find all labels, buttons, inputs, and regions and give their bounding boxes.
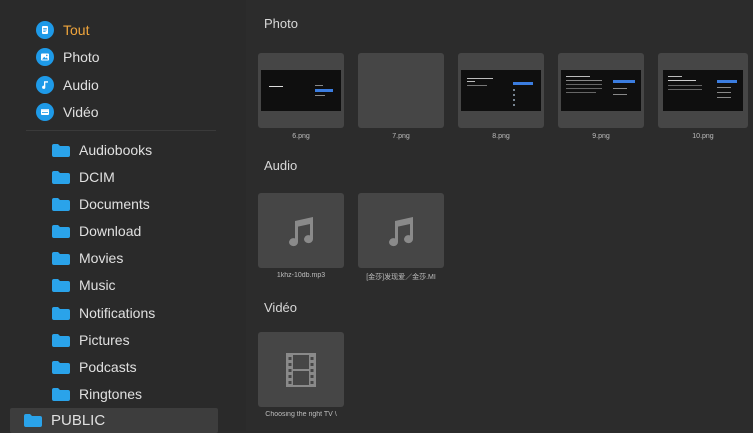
- category-label: Photo: [63, 49, 100, 65]
- music-note-icon: [284, 214, 318, 248]
- folder-icon: [52, 251, 70, 265]
- folder-icon: [52, 170, 70, 184]
- folder-icon: [24, 414, 42, 427]
- screenshot-thumbnail: [261, 70, 341, 111]
- folder-item-public[interactable]: PUBLIC: [10, 408, 218, 433]
- folder-item-movies[interactable]: Movies: [52, 247, 123, 269]
- folder-icon: [52, 333, 70, 347]
- screenshot-thumbnail: [561, 70, 641, 111]
- folder-item-music[interactable]: Music: [52, 274, 116, 296]
- folder-item-dcim[interactable]: DCIM: [52, 166, 115, 188]
- photo-caption: 9.png: [592, 133, 610, 140]
- folder-label: Notifications: [79, 305, 156, 321]
- screenshot-thumbnail: [663, 70, 743, 111]
- folder-label: Documents: [79, 196, 150, 212]
- folder-item-audiobooks[interactable]: Audiobooks: [52, 139, 152, 161]
- folder-item-pictures[interactable]: Pictures: [52, 329, 130, 351]
- folder-label: Download: [79, 223, 142, 239]
- audio-thumb-1khz[interactable]: [258, 193, 344, 268]
- film-strip-icon: [286, 352, 316, 387]
- photo-caption: 10.png: [692, 133, 714, 140]
- folder-icon: [52, 224, 70, 238]
- section-title-video: Vidéo: [264, 300, 298, 315]
- music-note-icon: [36, 76, 54, 94]
- photo-thumb-9[interactable]: [558, 53, 644, 128]
- audio-caption: [金莎]发现爱／金莎.MI: [366, 274, 436, 281]
- folder-item-notifications[interactable]: Notifications: [52, 302, 155, 324]
- category-audio[interactable]: Audio: [36, 73, 99, 97]
- category-label: Tout: [63, 22, 90, 38]
- folder-label: Audiobooks: [79, 142, 153, 158]
- sidebar-divider: [26, 130, 216, 131]
- category-label: Audio: [63, 77, 99, 93]
- folder-label: Pictures: [79, 332, 130, 348]
- audio-caption: 1khz-10db.mp3: [276, 272, 326, 279]
- folder-item-podcasts[interactable]: Podcasts: [52, 356, 137, 378]
- video-caption: Choosing the right TV \: [265, 411, 337, 418]
- folder-item-download[interactable]: Download: [52, 220, 141, 242]
- photo-caption: 8.png: [492, 133, 510, 140]
- photo-thumb-8[interactable]: [458, 53, 544, 128]
- folder-icon: [52, 360, 70, 374]
- photo-caption: 6.png: [292, 133, 310, 140]
- folder-label: PUBLIC: [51, 412, 106, 429]
- folder-item-ringtones[interactable]: Ringtones: [52, 383, 142, 405]
- photo-caption: 7.png: [392, 133, 410, 140]
- photo-thumb-10[interactable]: [658, 53, 748, 128]
- photo-thumb-7[interactable]: [358, 53, 444, 128]
- folder-item-documents[interactable]: Documents: [52, 193, 150, 215]
- category-tout[interactable]: Tout: [36, 18, 89, 42]
- folder-icon: [52, 143, 70, 157]
- video-thumb-tv[interactable]: [258, 332, 344, 407]
- document-icon: [36, 21, 54, 39]
- category-label: Vidéo: [63, 104, 99, 120]
- video-icon: [36, 103, 54, 121]
- folder-label: Ringtones: [79, 386, 143, 402]
- folder-icon: [52, 278, 70, 292]
- screenshot-thumbnail: [461, 70, 541, 111]
- content-area: Photo 6.png 7.png 8.png 9.png 10.png Aud…: [246, 0, 753, 431]
- section-title-audio: Audio: [264, 158, 298, 173]
- section-title-photo: Photo: [264, 16, 298, 31]
- category-photo[interactable]: Photo: [36, 45, 100, 69]
- folder-icon: [52, 387, 70, 401]
- image-icon: [36, 48, 54, 66]
- folder-label: Podcasts: [79, 359, 137, 375]
- sidebar: Tout Photo Audio Vidéo Audiobooks DCIM D…: [0, 0, 246, 433]
- folder-icon: [52, 306, 70, 320]
- folder-label: Movies: [79, 250, 124, 266]
- audio-thumb-jinsha[interactable]: [358, 193, 444, 268]
- photo-thumb-6[interactable]: [258, 53, 344, 128]
- folder-icon: [52, 197, 70, 211]
- music-note-icon: [384, 214, 418, 248]
- folder-label: DCIM: [79, 169, 115, 185]
- category-video[interactable]: Vidéo: [36, 100, 99, 124]
- folder-label: Music: [79, 277, 116, 293]
